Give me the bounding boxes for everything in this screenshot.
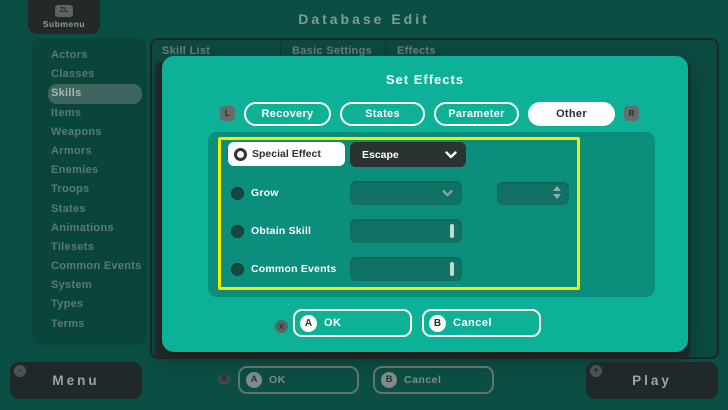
background-cancel-button: B Cancel [373, 366, 494, 394]
sidebar-item-troops[interactable]: Troops [32, 180, 146, 199]
sidebar-item-types[interactable]: Types [32, 295, 146, 314]
special-effect-option[interactable]: Special Effect [228, 142, 345, 166]
set-effects-dialog: Set Effects L Recovery States Parameter … [162, 56, 688, 352]
radio-on-icon[interactable] [234, 147, 247, 161]
menu-button[interactable]: Menu [10, 362, 142, 399]
r-shoulder-icon: R [624, 106, 639, 121]
sidebar-item-skills[interactable]: Skills [48, 84, 142, 104]
sidebar-item-common-events[interactable]: Common Events [32, 257, 146, 276]
cancel-label: Cancel [453, 317, 493, 329]
ok-label: OK [324, 317, 342, 329]
sidebar-item-animations[interactable]: Animations [32, 219, 146, 238]
chevron-down-icon [442, 190, 453, 197]
grow-label: Grow [251, 187, 279, 199]
l-shoulder-icon: L [220, 106, 235, 121]
cancel-label: Cancel [404, 374, 442, 386]
play-label: Play [632, 373, 672, 388]
a-button-icon: A [300, 314, 317, 332]
spinner-arrows-icon[interactable] [553, 186, 561, 199]
sidebar-item-items[interactable]: Items [32, 104, 146, 123]
cancel-button[interactable]: B Cancel [422, 309, 541, 337]
ok-button[interactable]: A OK [293, 309, 412, 337]
chevron-down-icon [445, 150, 457, 158]
grow-amount-spinner[interactable] [497, 182, 569, 205]
common-events-input[interactable] [350, 257, 462, 281]
special-effect-dropdown[interactable]: Escape [350, 142, 466, 167]
obtain-skill-label: Obtain Skill [251, 225, 312, 237]
sidebar-item-weapons[interactable]: Weapons [32, 123, 146, 142]
database-edit-screen: Database Edit ZL Submenu Actors Classes … [0, 0, 728, 410]
menu-label: Menu [52, 373, 100, 388]
text-caret [450, 262, 454, 276]
radio-off-icon[interactable] [231, 263, 244, 276]
sidebar-item-states[interactable]: States [32, 200, 146, 219]
zl-shortcut-badge: ZL [55, 5, 73, 17]
special-effect-value: Escape [362, 148, 399, 161]
dialog-title: Set Effects [385, 72, 465, 87]
radio-off-icon[interactable] [231, 187, 244, 200]
plus-button-icon: + [590, 365, 602, 377]
b-button-icon: B [429, 314, 446, 332]
b-button-icon: B [381, 372, 397, 388]
tab-parameter[interactable]: Parameter [434, 101, 519, 126]
tab-states[interactable]: States [340, 101, 425, 126]
sidebar-item-armors[interactable]: Armors [32, 142, 146, 161]
sidebar-item-tilesets[interactable]: Tilesets [32, 238, 146, 257]
common-events-label: Common Events [251, 263, 337, 275]
obtain-skill-input[interactable] [350, 219, 462, 243]
database-category-sidebar: Actors Classes Skills Items Weapons Armo… [32, 38, 146, 345]
tab-other[interactable]: Other [528, 101, 615, 126]
grow-dropdown[interactable] [350, 181, 462, 205]
x-button-hint-icon: X [218, 373, 230, 385]
play-button[interactable]: Play [586, 362, 718, 399]
radio-off-icon[interactable] [231, 225, 244, 238]
submenu-label: Submenu [42, 19, 86, 29]
page-title: Database Edit [298, 11, 430, 27]
a-button-icon: A [246, 372, 262, 388]
ok-label: OK [269, 374, 286, 386]
submenu-button[interactable]: ZL Submenu [28, 0, 100, 34]
sidebar-item-classes[interactable]: Classes [32, 65, 146, 84]
effects-tab-bar: L Recovery States Parameter Other R [220, 101, 639, 126]
sidebar-item-actors[interactable]: Actors [32, 46, 146, 65]
minus-button-icon: - [14, 365, 26, 377]
background-ok-button: A OK [238, 366, 359, 394]
sidebar-item-terms[interactable]: Terms [32, 315, 146, 334]
x-button-hint-icon: X [275, 320, 288, 333]
special-effect-label: Special Effect [252, 148, 321, 160]
tab-recovery[interactable]: Recovery [244, 101, 331, 126]
sidebar-item-enemies[interactable]: Enemies [32, 161, 146, 180]
sidebar-item-system[interactable]: System [32, 276, 146, 295]
text-caret [450, 224, 454, 238]
